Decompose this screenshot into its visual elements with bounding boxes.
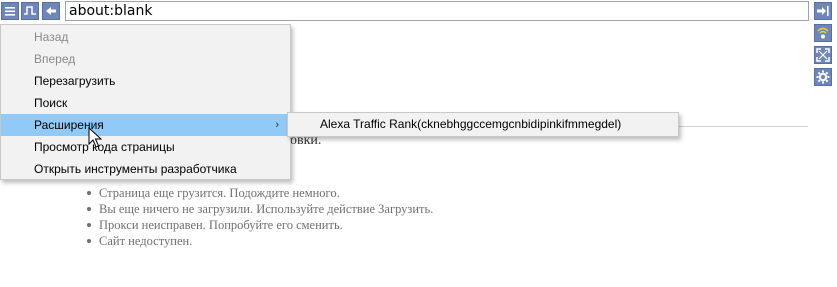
menu-item-devtools[interactable]: Открыть инструменты разработчика [1, 158, 290, 180]
pulse-icon [24, 6, 36, 15]
menu-icon [5, 7, 15, 16]
back-button[interactable] [42, 2, 60, 20]
wifi-button[interactable] [814, 24, 832, 42]
list-item: Вы еще ничего не загрузили. Используйте … [83, 201, 433, 217]
list-item: Сайт недоступен. [83, 233, 433, 249]
list-item: Страница еще грузится. Подождите немного… [83, 185, 433, 201]
settings-button[interactable] [814, 68, 832, 86]
pulse-button[interactable] [21, 2, 39, 20]
address-bar[interactable]: about:blank [65, 1, 809, 21]
fullscreen-icon [816, 48, 830, 62]
menu-item-back[interactable]: Назад [1, 26, 290, 48]
submenu-arrow-icon: › [275, 119, 279, 131]
menu-item-forward[interactable]: Вперед [1, 48, 290, 70]
menu-button[interactable] [1, 2, 19, 20]
list-item: Прокси неисправен. Попробуйте его сменит… [83, 217, 433, 233]
wifi-icon [817, 27, 829, 39]
reasons-list: Страница еще грузится. Подождите немного… [83, 185, 433, 249]
back-arrow-icon [46, 7, 56, 15]
extensions-submenu: Alexa Traffic Rank(cknebhggccemgcnbidipi… [287, 112, 679, 137]
login-button[interactable] [814, 2, 832, 20]
mouse-cursor-icon [88, 127, 102, 148]
gear-icon [816, 70, 830, 84]
menu-item-reload[interactable]: Перезагрузить [1, 70, 290, 92]
menu-item-view-source[interactable]: Просмотр кода страницы [1, 136, 290, 158]
toolbar: about:blank [0, 0, 837, 24]
submenu-item-alexa[interactable]: Alexa Traffic Rank(cknebhggccemgcnbidipi… [320, 117, 621, 131]
browser-window: about:blank ровки. Страница еще грузится… [0, 0, 837, 287]
menu-item-extensions[interactable]: Расширения › [1, 114, 290, 136]
fullscreen-button[interactable] [814, 46, 832, 64]
context-menu: Назад Вперед Перезагрузить Поиск Расшире… [0, 24, 291, 180]
login-icon [817, 6, 829, 16]
menu-item-search[interactable]: Поиск [1, 92, 290, 114]
